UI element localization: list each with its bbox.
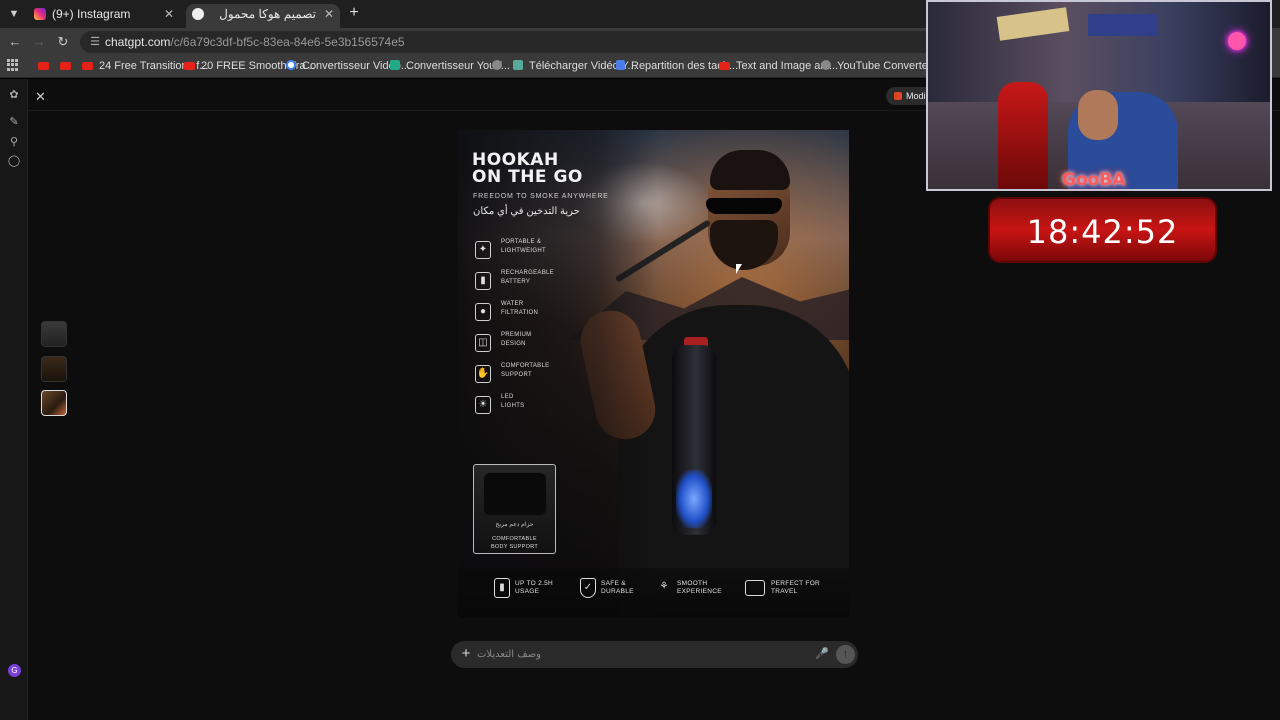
edit-description-input[interactable] xyxy=(477,645,807,663)
url-text: chatgpt.com/c/6a79c3df-bf5c-83ea-84e6-5e… xyxy=(105,34,405,50)
chatgpt-icon xyxy=(192,8,204,20)
microphone-icon[interactable]: 🎤 xyxy=(815,646,829,662)
bookmark-label: YouTube Converter... xyxy=(837,60,941,72)
bookmark-youtube-1[interactable] xyxy=(38,59,55,75)
converter-icon xyxy=(390,60,400,70)
site-settings-icon[interactable]: ☰ xyxy=(88,35,102,49)
streamer-logo: GooBA xyxy=(1062,170,1126,190)
apps-grid-icon[interactable] xyxy=(7,59,19,71)
gaming-chair xyxy=(998,82,1048,189)
edit-composer: + 🎤 ↑ xyxy=(451,641,858,668)
shield-icon: ✓ xyxy=(580,578,596,598)
man-hair xyxy=(710,150,790,190)
stream-clock: 18:42:52 xyxy=(988,197,1217,263)
bottom-feature-label: UP TO 2.5H USAGE xyxy=(515,580,554,595)
feature-item: ✦ PORTABLE & LIGHTWEIGHT xyxy=(473,238,613,264)
battery-icon: ▮ xyxy=(475,272,491,290)
sunglasses xyxy=(706,198,782,214)
feature-item: ◫ PREMIUM DESIGN xyxy=(473,331,613,357)
forward-arrow-icon[interactable]: → xyxy=(30,33,48,51)
image-thumbnail-3-selected[interactable] xyxy=(41,390,67,416)
strap-label: COMFORTABLE BODY SUPPORT xyxy=(490,536,539,550)
bottom-feature-label: PERFECT FOR TRAVEL xyxy=(771,580,821,595)
globe-icon xyxy=(821,60,831,70)
tab-search-chevron-icon[interactable]: ▼ xyxy=(6,6,22,22)
generated-poster-image: HOOKAH ON THE GO FREEDOM TO SMOKE ANYWHE… xyxy=(458,130,849,618)
cube-icon: ◫ xyxy=(475,334,491,352)
youtube-icon xyxy=(38,62,49,70)
left-sidebar-rail: ✿ ✎ ⚲ ◯ G xyxy=(0,79,28,720)
url-path: /c/6a79c3df-bf5c-83ea-84e6-5e3b156574e5 xyxy=(170,35,405,49)
back-arrow-icon[interactable]: ← xyxy=(6,33,24,51)
globe-icon xyxy=(492,60,502,70)
streamer-head xyxy=(1078,90,1118,140)
led-water-chamber xyxy=(676,470,712,528)
close-tab-icon[interactable]: ✕ xyxy=(324,4,334,24)
send-button[interactable]: ↑ xyxy=(836,645,855,664)
water-drop-icon: ● xyxy=(475,303,491,321)
plus-icon[interactable]: + xyxy=(458,646,474,662)
hand-icon: ✋ xyxy=(475,365,491,383)
poster-subtitle: FREEDOM TO SMOKE ANYWHERE xyxy=(473,193,609,200)
tab-chatgpt[interactable]: تصميم هوكا محمول ✕ xyxy=(186,4,340,28)
download-icon xyxy=(513,60,523,70)
youtube-icon xyxy=(82,62,93,70)
bookmark-item[interactable]: YouTube Converter... xyxy=(821,59,940,75)
poster-title: HOOKAH ON THE GO xyxy=(472,152,583,186)
chat-bubble-icon[interactable]: ◯ xyxy=(7,154,21,168)
url-field[interactable]: ☰ chatgpt.com/c/6a79c3df-bf5c-83ea-84e6-… xyxy=(80,31,940,53)
tab-title: تصميم هوكا محمول xyxy=(219,7,316,21)
poster-title-line2: ON THE GO xyxy=(472,167,583,187)
webcam-wall-sign xyxy=(1088,14,1158,36)
close-tab-icon[interactable]: ✕ xyxy=(164,4,174,24)
avatar[interactable]: G xyxy=(8,664,21,677)
mouse-cursor-icon xyxy=(736,264,742,274)
url-domain: chatgpt.com xyxy=(105,35,171,49)
new-tab-icon[interactable]: + xyxy=(346,5,362,21)
feature-item: ● WATER FILTRATION xyxy=(473,300,613,326)
bookmark-item[interactable] xyxy=(492,59,508,75)
feature-label: RECHARGEABLE BATTERY xyxy=(501,270,554,285)
search-icon[interactable]: ⚲ xyxy=(7,135,21,149)
neon-light xyxy=(1228,32,1246,50)
strap-label-arabic: حزام دعم مريح xyxy=(495,522,534,528)
image-thumbnail-2[interactable] xyxy=(41,356,67,382)
youtube-icon xyxy=(719,62,730,70)
sheets-icon xyxy=(616,60,625,70)
feature-label: COMFORTABLE SUPPORT xyxy=(501,363,550,378)
suitcase-icon xyxy=(745,580,765,596)
openai-logo-icon[interactable]: ✿ xyxy=(7,88,21,102)
battery-icon: ▮ xyxy=(494,578,510,598)
google-icon xyxy=(286,60,296,70)
poster-subtitle-arabic: حرية التدخين في أي مكان xyxy=(473,206,580,217)
feather-icon: ✦ xyxy=(475,241,491,259)
feature-item: ▮ RECHARGEABLE BATTERY xyxy=(473,269,613,295)
body-support-card: حزام دعم مريح COMFORTABLE BODY SUPPORT xyxy=(473,464,556,554)
feature-label: PORTABLE & LIGHTWEIGHT xyxy=(501,239,546,254)
feature-label: PREMIUM DESIGN xyxy=(501,332,532,347)
bookmark-youtube-2[interactable] xyxy=(60,59,77,75)
feature-item: ☀ LED LIGHTS xyxy=(473,393,613,419)
instagram-icon xyxy=(34,8,46,20)
image-thumbnail-1[interactable] xyxy=(41,321,67,347)
close-icon[interactable]: ✕ xyxy=(35,89,46,105)
harness-image xyxy=(484,473,546,515)
youtube-icon xyxy=(60,62,71,70)
bottom-feature-label: SMOOTH EXPERIENCE xyxy=(677,580,722,595)
bulb-icon: ☀ xyxy=(475,396,491,414)
clock-time: 18:42:52 xyxy=(1026,213,1179,251)
new-chat-icon[interactable]: ✎ xyxy=(7,115,21,129)
webcam-overlay xyxy=(926,0,1272,191)
feature-label: LED LIGHTS xyxy=(501,394,525,409)
youtube-icon xyxy=(184,62,195,70)
tab-instagram[interactable]: (9+) Instagram ✕ xyxy=(28,4,180,28)
hookah-icon: ⚘ xyxy=(659,581,669,592)
feature-label: WATER FILTRATION xyxy=(501,301,539,316)
feature-item: ✋ COMFORTABLE SUPPORT xyxy=(473,362,613,388)
tab-title: (9+) Instagram xyxy=(52,7,131,21)
reload-icon[interactable]: ↻ xyxy=(54,33,72,51)
